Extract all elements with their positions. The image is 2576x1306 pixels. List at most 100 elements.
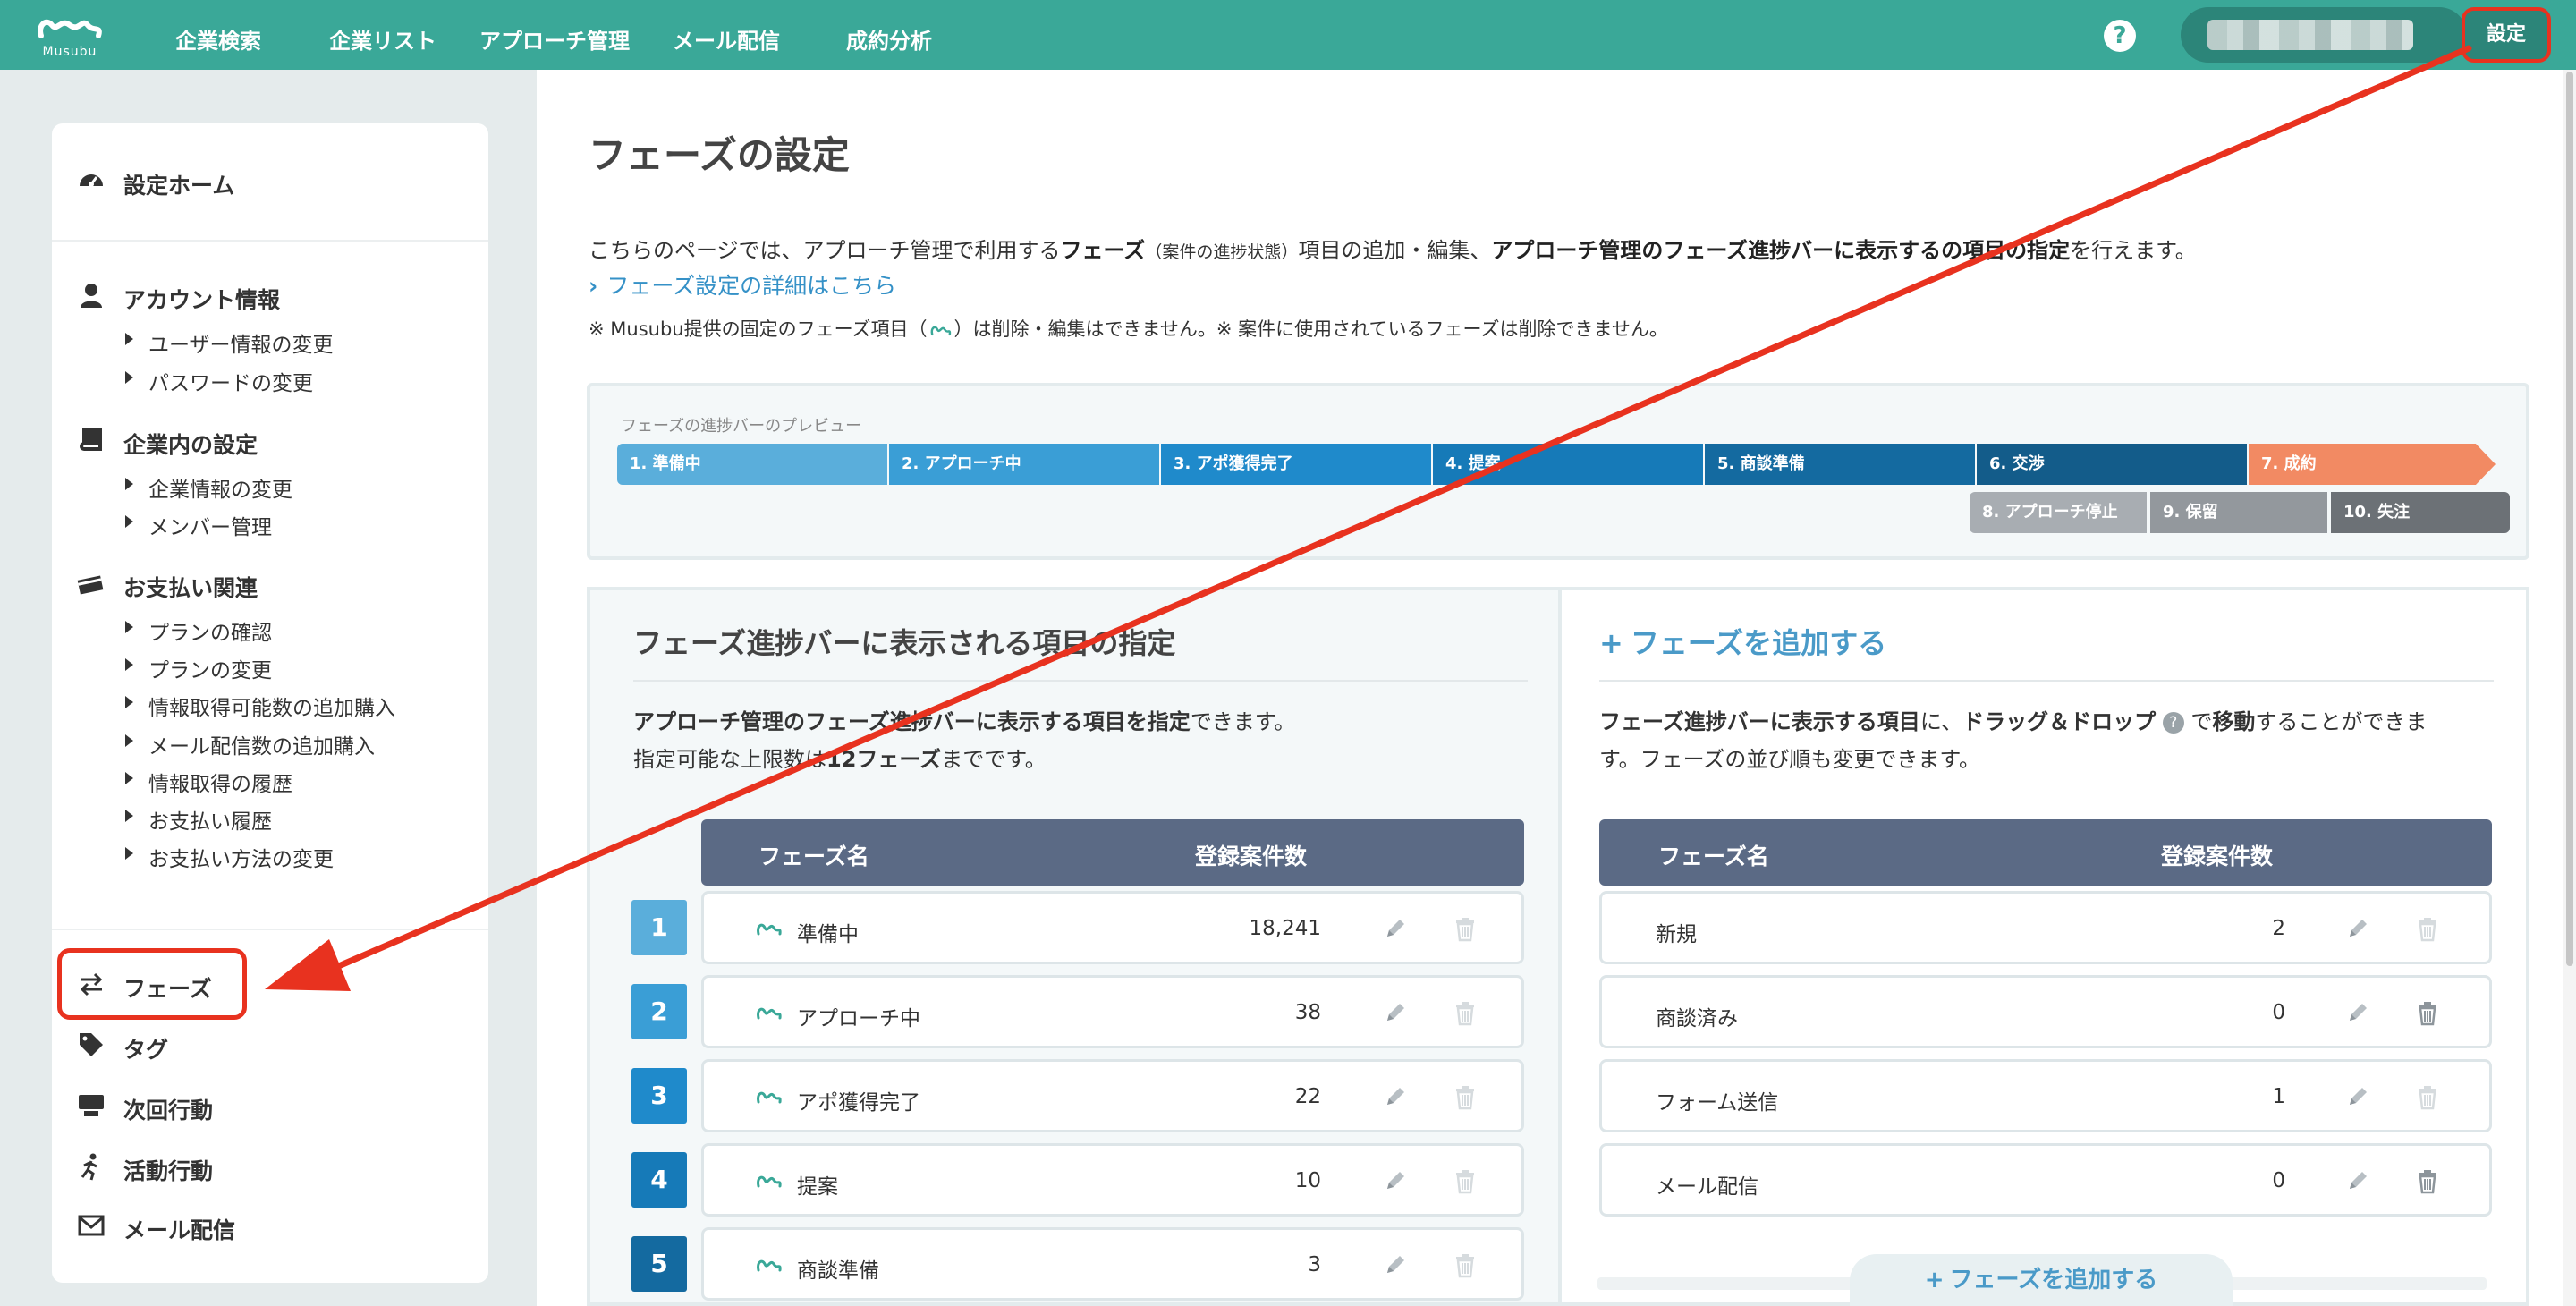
running-person-icon bbox=[80, 1153, 97, 1181]
caret-right-icon bbox=[125, 371, 133, 384]
sidebar-item-info-purchase[interactable]: 情報取得可能数の追加購入 bbox=[148, 691, 395, 721]
text-part: までです。 bbox=[941, 747, 1046, 772]
sidebar-item-payment-history[interactable]: お支払い履歴 bbox=[148, 804, 272, 835]
phase-highlight-box bbox=[57, 948, 247, 1020]
sidebar-item-mail-purchase[interactable]: メール配信数の追加購入 bbox=[148, 729, 375, 759]
text-part: フェーズ進捗バーに表示する項目 bbox=[1599, 709, 1920, 734]
page-title: フェーズの設定 bbox=[589, 133, 850, 177]
caret-right-icon bbox=[125, 734, 133, 747]
sidebar-item-company-info[interactable]: 企業情報の変更 bbox=[148, 472, 292, 503]
user-menu[interactable] bbox=[2181, 7, 2467, 63]
sidebar-item-plan-check[interactable]: プランの確認 bbox=[148, 615, 272, 646]
envelope-icon bbox=[78, 1215, 105, 1236]
left-panel-text: アプローチ管理のフェーズ進捗バーに表示する項目を指定できます。 指定可能な上限数は… bbox=[633, 703, 1295, 778]
sidebar-item-activity[interactable]: 活動行動 bbox=[123, 1154, 213, 1186]
scrollbar[interactable] bbox=[2563, 70, 2576, 1306]
preview-phase-bar: 7. 成約 bbox=[2249, 444, 2496, 485]
left-table-header: フェーズ名 登録案件数 bbox=[701, 819, 1524, 886]
sidebar-item-password[interactable]: パスワードの変更 bbox=[148, 366, 313, 396]
phase-row[interactable]: フォーム送信 1 bbox=[1599, 1059, 2492, 1132]
sidebar-item-settings-home[interactable]: 設定ホーム bbox=[123, 168, 234, 200]
trash-icon bbox=[2414, 915, 2441, 942]
pencil-icon[interactable] bbox=[1384, 1253, 1407, 1276]
note-part: ※ Musubu提供の固定のフェーズ項目（ bbox=[589, 318, 928, 340]
phase-row[interactable]: 提案 10 bbox=[701, 1143, 1524, 1217]
help-circle-icon[interactable]: ? bbox=[2162, 712, 2184, 734]
preview-phase-bar: 3. アポ獲得完了 bbox=[1161, 444, 1431, 485]
sidebar-item-members[interactable]: メンバー管理 bbox=[148, 510, 272, 540]
chevron-right-icon: › bbox=[589, 273, 598, 299]
nav-company-list[interactable]: 企業リスト bbox=[329, 23, 436, 55]
pencil-icon[interactable] bbox=[2346, 1001, 2369, 1024]
caret-right-icon bbox=[125, 810, 133, 822]
settings-button[interactable]: 設定 bbox=[2462, 7, 2551, 63]
add-phase-panel: + フェーズを追加する フェーズ進捗バーに表示する項目に、ドラッグ＆ドロップ ? … bbox=[1558, 587, 2529, 1306]
sidebar-item-next-action[interactable]: 次回行動 bbox=[123, 1093, 213, 1125]
sidebar-item-info-history[interactable]: 情報取得の履歴 bbox=[148, 767, 292, 797]
pencil-icon[interactable] bbox=[1384, 1169, 1407, 1192]
nav-approach-management[interactable]: アプローチ管理 bbox=[479, 23, 630, 55]
phase-case-count: 10 bbox=[1294, 1169, 1321, 1192]
pencil-icon[interactable] bbox=[1384, 1001, 1407, 1024]
col-phase-name: フェーズ名 bbox=[758, 844, 869, 869]
nav-conversion-analysis[interactable]: 成約分析 bbox=[846, 23, 932, 55]
phase-detail-link[interactable]: › フェーズ設定の詳細はこちら bbox=[589, 268, 896, 301]
user-icon bbox=[80, 284, 102, 308]
trash-icon[interactable] bbox=[2414, 1167, 2441, 1194]
right-table-header: フェーズ名 登録案件数 bbox=[1599, 819, 2492, 886]
musubu-mark-icon bbox=[756, 919, 783, 938]
phase-detail-link-text: フェーズ設定の詳細はこちら bbox=[606, 273, 897, 299]
desc-part: アプローチ管理のフェーズ進捗バーに表示するの項目の指定 bbox=[1491, 238, 2071, 263]
nav-company-search[interactable]: 企業検索 bbox=[175, 23, 261, 55]
pencil-icon[interactable] bbox=[1384, 917, 1407, 940]
musubu-mark-icon bbox=[930, 326, 951, 336]
musubu-logo[interactable]: Musubu bbox=[34, 9, 106, 63]
trash-icon[interactable] bbox=[2414, 999, 2441, 1026]
phase-row[interactable]: 準備中 18,241 bbox=[701, 891, 1524, 964]
text-part: す。フェーズの並び順も変更できます。 bbox=[1599, 747, 1980, 772]
desc-part: 項目の追加・編集、 bbox=[1298, 238, 1492, 263]
nav-mail-delivery[interactable]: メール配信 bbox=[673, 23, 780, 55]
phase-name: メール配信 bbox=[1656, 1175, 1758, 1199]
pencil-icon[interactable] bbox=[2346, 1169, 2369, 1192]
phase-order-badge: 5 bbox=[631, 1236, 687, 1292]
phase-name: 商談準備 bbox=[797, 1259, 879, 1283]
caret-right-icon bbox=[125, 333, 133, 345]
right-panel-text: フェーズ進捗バーに表示する項目に、ドラッグ＆ドロップ ? で移動することができま… bbox=[1599, 703, 2427, 778]
trash-icon bbox=[1452, 999, 1479, 1026]
note-part: ）は削除・編集はできません。※ 案件に使用されているフェーズは削除できません。 bbox=[953, 318, 1668, 340]
preview-phase-bar: 6. 交渉 bbox=[1977, 444, 2247, 485]
sidebar-item-tag[interactable]: タグ bbox=[123, 1032, 168, 1064]
pencil-icon[interactable] bbox=[2346, 1085, 2369, 1108]
top-navbar: Musubu 企業検索 企業リスト アプローチ管理 メール配信 成約分析 ? 設… bbox=[0, 0, 2576, 70]
phase-row[interactable]: 商談済み 0 bbox=[1599, 975, 2492, 1048]
phase-row[interactable]: 新規 2 bbox=[1599, 891, 2492, 964]
progress-bar-items-panel: フェーズ進捗バーに表示される項目の指定 アプローチ管理のフェーズ進捗バーに表示す… bbox=[587, 587, 1562, 1306]
preview-phase-bar: 4. 提案 bbox=[1433, 444, 1703, 485]
left-panel-title: フェーズ進捗バーに表示される項目の指定 bbox=[633, 626, 1176, 660]
phase-row[interactable]: アポ獲得完了 22 bbox=[701, 1059, 1524, 1132]
pencil-icon[interactable] bbox=[2346, 917, 2369, 940]
add-phase-bottom-button[interactable]: + フェーズを追加する bbox=[1850, 1254, 2233, 1306]
caret-right-icon bbox=[125, 696, 133, 708]
phase-row[interactable]: アプローチ中 38 bbox=[701, 975, 1524, 1048]
phase-row[interactable]: 商談準備 3 bbox=[701, 1227, 1524, 1301]
add-phase-title[interactable]: + フェーズを追加する bbox=[1599, 621, 1886, 662]
scrollbar-thumb[interactable] bbox=[2566, 72, 2573, 966]
sidebar-item-mail[interactable]: メール配信 bbox=[123, 1213, 235, 1245]
phase-row[interactable]: メール配信 0 bbox=[1599, 1143, 2492, 1217]
help-icon[interactable]: ? bbox=[2104, 20, 2136, 52]
preview-phase-bar: 2. アプローチ中 bbox=[889, 444, 1159, 485]
sidebar-item-user-info[interactable]: ユーザー情報の変更 bbox=[148, 327, 334, 358]
phase-case-count: 3 bbox=[1308, 1253, 1321, 1276]
caret-right-icon bbox=[125, 515, 133, 528]
phase-case-count: 1 bbox=[2272, 1085, 2285, 1108]
phase-case-count: 22 bbox=[1294, 1085, 1321, 1108]
credit-card-icon bbox=[77, 575, 104, 595]
preview-label: フェーズの進捗バーのプレビュー bbox=[621, 417, 862, 436]
pencil-icon[interactable] bbox=[1384, 1085, 1407, 1108]
musubu-mark-icon bbox=[756, 1255, 783, 1275]
sidebar-item-plan-change[interactable]: プランの変更 bbox=[148, 653, 272, 683]
sidebar-item-payment-method[interactable]: お支払い方法の変更 bbox=[148, 842, 334, 872]
col-phase-name: フェーズ名 bbox=[1658, 844, 1769, 869]
